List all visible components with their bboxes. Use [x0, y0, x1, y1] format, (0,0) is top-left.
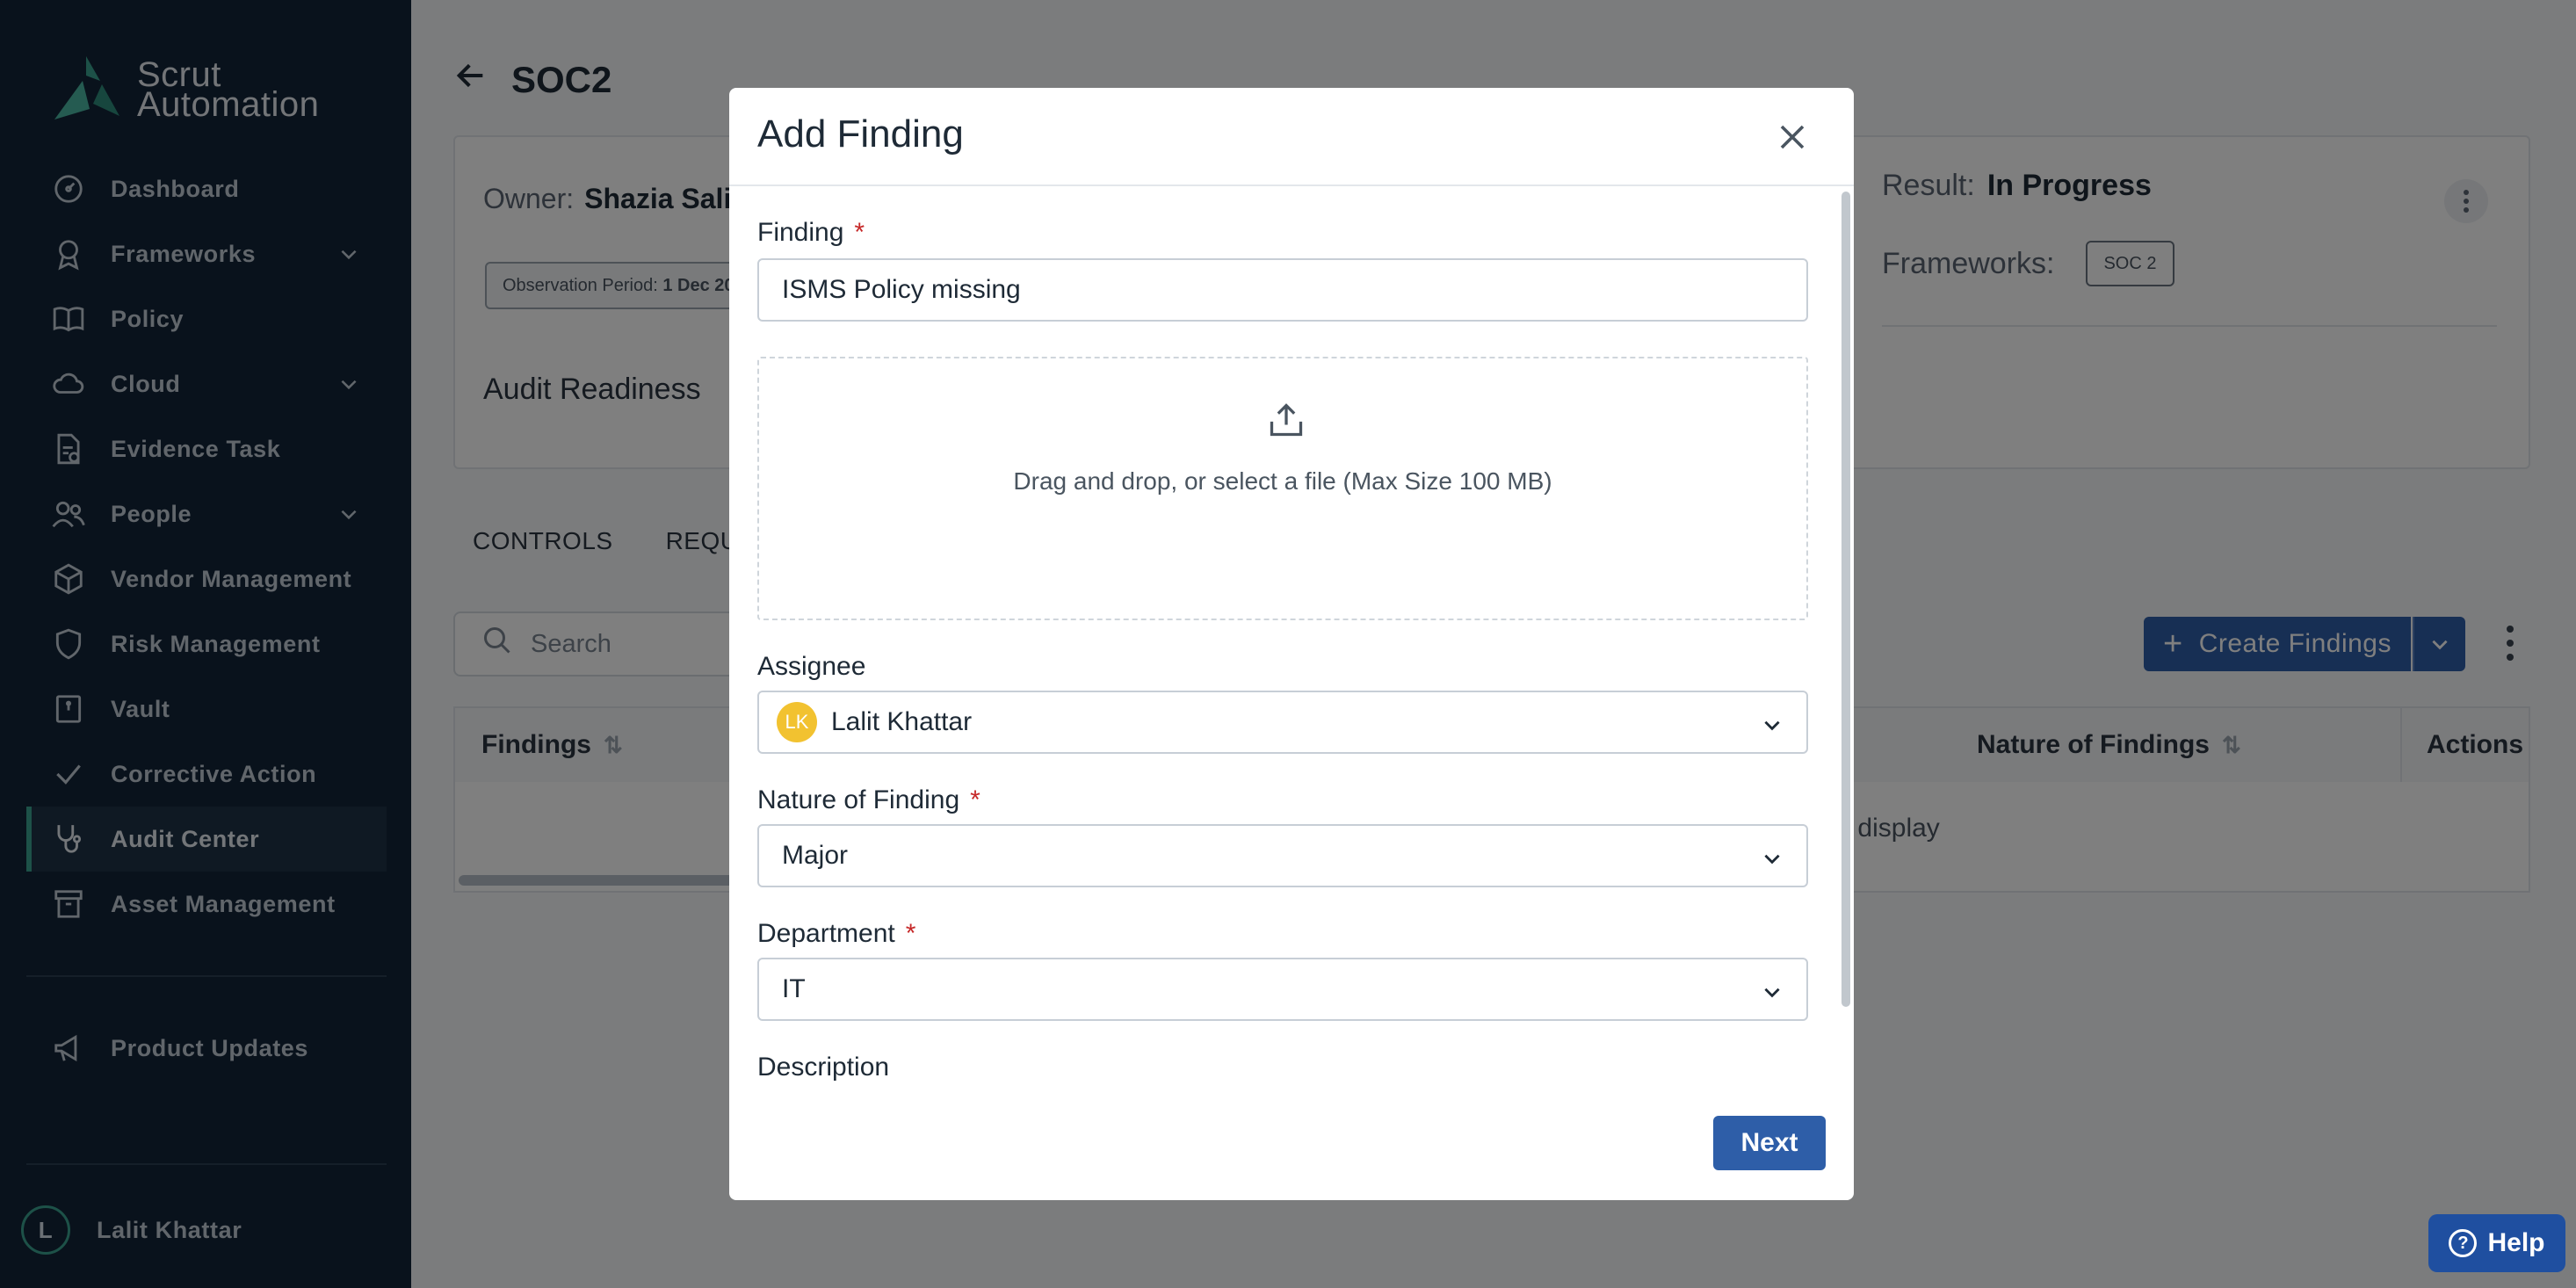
avatar: LK — [777, 702, 817, 742]
modal-title: Add Finding — [757, 112, 964, 156]
modal-scrollbar[interactable] — [1842, 192, 1850, 1007]
file-dropzone[interactable]: Drag and drop, or select a file (Max Siz… — [757, 357, 1808, 620]
department-label-text: Department — [757, 919, 895, 948]
required-mark: * — [970, 785, 980, 814]
nature-value: Major — [782, 841, 849, 870]
help-button[interactable]: ? Help — [2428, 1214, 2565, 1272]
nature-label: Nature of Finding * — [757, 785, 980, 815]
finding-label: Finding * — [757, 218, 865, 248]
chevron-down-icon — [1761, 713, 1784, 743]
question-icon: ? — [2449, 1229, 2478, 1257]
description-label: Description — [757, 1053, 890, 1082]
assignee-label: Assignee — [757, 652, 866, 681]
dropzone-text: Drag and drop, or select a file (Max Siz… — [1013, 467, 1552, 495]
close-icon[interactable] — [1776, 121, 1808, 153]
nature-select[interactable]: Major — [757, 824, 1808, 887]
chevron-down-icon — [1761, 980, 1784, 1010]
finding-input[interactable]: ISMS Policy missing — [757, 258, 1808, 322]
required-mark: * — [854, 218, 865, 247]
finding-value: ISMS Policy missing — [782, 275, 1021, 304]
nature-label-text: Nature of Finding — [757, 785, 960, 814]
finding-label-text: Finding — [757, 218, 844, 247]
assignee-value: Lalit Khattar — [831, 707, 973, 736]
assignee-select[interactable]: LK Lalit Khattar — [757, 691, 1808, 754]
next-button[interactable]: Next — [1713, 1116, 1826, 1170]
modal-header: Add Finding — [729, 88, 1854, 186]
chevron-down-icon — [1761, 847, 1784, 877]
upload-icon — [1267, 401, 1306, 444]
department-label: Department * — [757, 919, 915, 949]
department-value: IT — [782, 974, 806, 1003]
required-mark: * — [905, 919, 916, 948]
department-select[interactable]: IT — [757, 958, 1808, 1021]
help-label: Help — [2487, 1228, 2545, 1257]
add-finding-modal: Add Finding Finding * ISMS Policy missing… — [729, 88, 1854, 1200]
